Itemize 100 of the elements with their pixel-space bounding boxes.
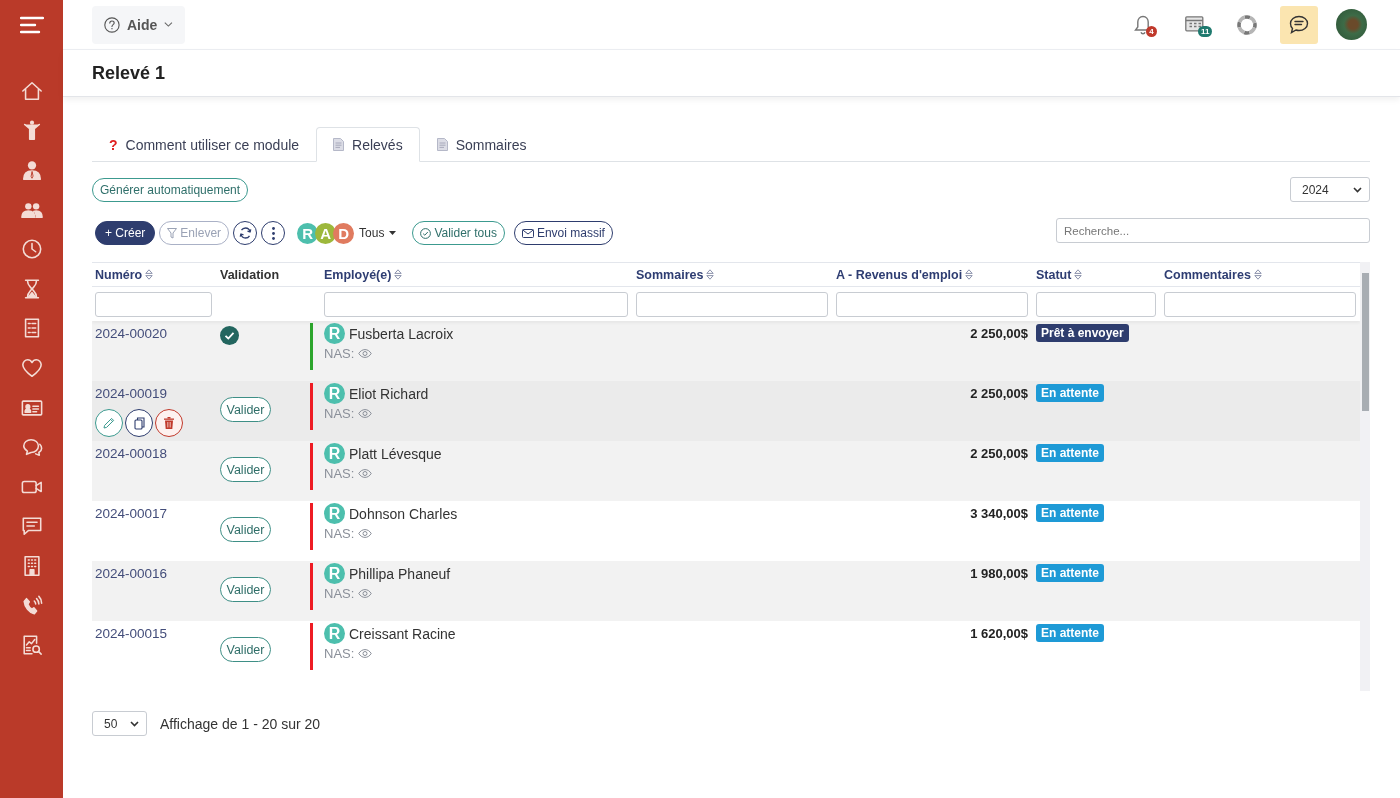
scrollbar[interactable] [1360, 262, 1370, 691]
column-filter-field[interactable] [95, 291, 212, 317]
column-header[interactable]: Sommaires [636, 267, 704, 282]
duplicate-button[interactable] [125, 409, 153, 437]
column-filter-field[interactable] [1036, 291, 1156, 317]
report-search-icon [20, 634, 43, 657]
validate-all-button[interactable]: Valider tous [412, 221, 505, 245]
page-size-value: 50 [104, 716, 118, 731]
table-row[interactable]: 2024-00018 Valider R Platt Lévesque NAS: 2 250,00$ En attente [92, 441, 1360, 501]
nas-label: NAS: [324, 526, 355, 541]
validate-button[interactable]: Valider [220, 637, 271, 662]
page-size-select[interactable]: 50 [92, 711, 147, 736]
caret-icon [389, 231, 397, 235]
chat-icon [1289, 15, 1309, 34]
column-filter-field[interactable] [636, 291, 828, 317]
initial-avatar: R [324, 323, 345, 344]
table-row[interactable]: 2024-00016 Valider R Phillipa Phaneuf NAS: 1 980,00$ En attente [92, 561, 1360, 621]
chat-button[interactable] [1280, 5, 1318, 44]
type-dropdown[interactable]: Tous [357, 226, 399, 240]
status-badge: En attente [1036, 624, 1104, 642]
home-icon [20, 79, 43, 102]
document-icon [436, 138, 448, 151]
eye-icon[interactable] [358, 649, 373, 658]
filter-icon [167, 227, 178, 239]
column-header[interactable]: Commentaires [1164, 267, 1251, 282]
user-avatar[interactable] [1336, 9, 1367, 40]
person-tie-icon [20, 159, 43, 181]
vertical-dots-icon [271, 226, 275, 240]
record-number: 2024-00019 [95, 386, 168, 401]
scrollbar-thumb[interactable] [1362, 273, 1369, 411]
menu-icon [19, 16, 44, 34]
record-number: 2024-00015 [95, 626, 168, 641]
column-filter-field[interactable] [324, 291, 628, 317]
notifications-button[interactable]: 4 [1124, 5, 1162, 44]
search-field[interactable]: Recherche... [1056, 218, 1370, 243]
status-badge: Prêt à envoyer [1036, 324, 1129, 342]
check-circle-icon [420, 227, 432, 239]
envelope-icon [521, 228, 534, 238]
tab[interactable]: Sommaires [419, 127, 544, 162]
validate-button[interactable]: Valider [220, 517, 271, 542]
status-badge: En attente [1036, 564, 1104, 582]
more-options-button[interactable] [261, 221, 286, 245]
caret-icon [130, 720, 139, 727]
table-row[interactable]: 2024-00019 Valider R Eliot Richard NAS: 2 250,00$ En attente [92, 381, 1360, 441]
column-header[interactable]: Employé(e) [324, 267, 392, 282]
amount: 1 980,00$ [970, 566, 1028, 581]
validate-button[interactable]: Valider [220, 397, 271, 422]
eye-icon[interactable] [358, 469, 373, 478]
refresh-icon [238, 227, 252, 239]
help-menu-button[interactable]: Aide [92, 5, 185, 44]
eye-icon[interactable] [358, 589, 373, 598]
bulk-send-button[interactable]: Envoi massif [513, 221, 613, 245]
sort-icon[interactable] [145, 269, 154, 280]
amount: 2 250,00$ [970, 386, 1028, 401]
initial-avatar: R [324, 563, 345, 584]
record-number: 2024-00018 [95, 446, 168, 461]
year-value: 2024 [1302, 182, 1329, 197]
create-button[interactable]: + Créer [95, 221, 156, 245]
schedule-button[interactable]: 11 [1176, 5, 1214, 44]
eye-icon[interactable] [358, 529, 373, 538]
speech-bubbles-icon [20, 436, 43, 459]
chevron-down-icon [164, 21, 173, 28]
column-filter-field[interactable] [1164, 291, 1356, 317]
initial-avatar: R [324, 383, 345, 404]
trash-icon [164, 417, 174, 429]
message-icon [20, 515, 43, 538]
year-select[interactable]: 2024 [1290, 177, 1370, 202]
question-mark-icon: ? [109, 136, 118, 153]
sort-icon[interactable] [1253, 269, 1262, 280]
amount: 2 250,00$ [970, 446, 1028, 461]
tab[interactable]: Relevés [316, 127, 420, 162]
copy-icon [133, 416, 145, 430]
column-filter-field[interactable] [836, 291, 1028, 317]
notification-count-badge: 4 [1146, 25, 1157, 37]
tab[interactable]: ? Comment utiliser ce module [92, 127, 317, 162]
employee-name: Phillipa Phaneuf [349, 565, 451, 582]
generate-button[interactable]: Générer automatiquement [92, 177, 249, 202]
validate-button[interactable]: Valider [220, 577, 271, 602]
pagination-summary: Affichage de 1 - 20 sur 20 [160, 715, 321, 732]
record-number: 2024-00017 [95, 506, 168, 521]
refresh-button[interactable] [233, 221, 258, 245]
pencil-icon [103, 417, 115, 429]
column-header[interactable]: Statut [1036, 267, 1072, 282]
record-number: 2024-00020 [95, 326, 168, 341]
column-header[interactable]: A - Revenus d'emploi [836, 267, 963, 282]
table-row[interactable]: 2024-00020 R Fusberta Lacroix NAS: 2 250,00$ Prêt à envoyer [92, 321, 1360, 381]
nas-label: NAS: [324, 586, 355, 601]
sort-icon[interactable] [394, 269, 403, 280]
sort-icon[interactable] [1074, 269, 1083, 280]
column-header: Validation [220, 267, 280, 282]
validate-button[interactable]: Valider [220, 457, 271, 482]
delete-button[interactable] [155, 409, 183, 437]
column-header[interactable]: Numéro [95, 267, 143, 282]
sort-icon[interactable] [965, 269, 974, 280]
sort-icon[interactable] [706, 269, 715, 280]
amount: 1 620,00$ [970, 626, 1028, 641]
nas-label: NAS: [324, 466, 355, 481]
eye-icon[interactable] [358, 349, 373, 358]
initial-avatar: R [324, 623, 345, 644]
eye-icon[interactable] [358, 409, 373, 418]
